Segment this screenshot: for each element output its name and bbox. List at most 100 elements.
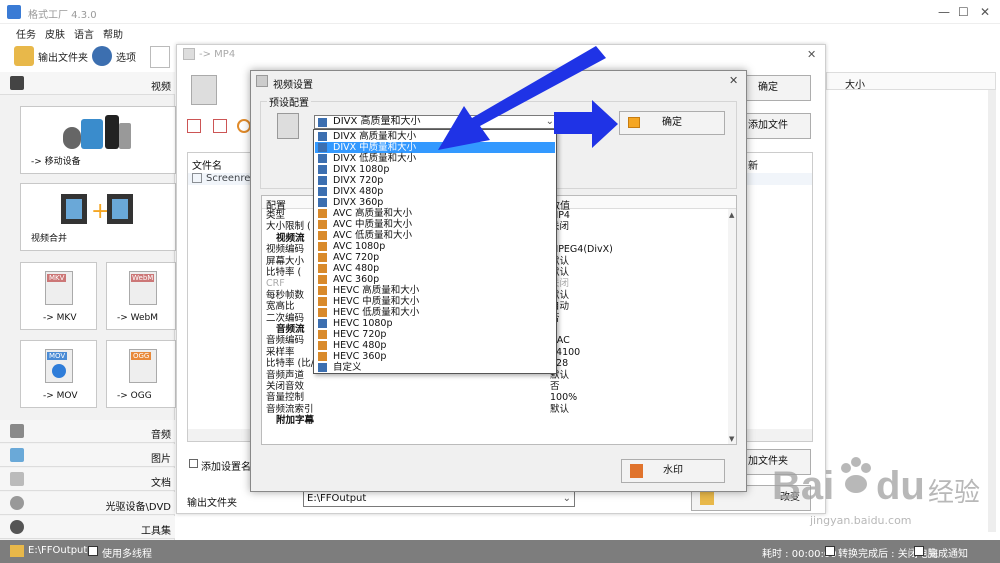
preset-dropdown-list: DIVX 高质量和大小 DIVX 中质量和大小 DIVX 低质量和大小 DIVX 10… — [313, 129, 557, 374]
settings-value: 100% — [550, 392, 578, 404]
preset-option[interactable]: AVC 高质量和大小 — [315, 208, 555, 219]
tile-mobile-device[interactable]: -> 移动设备 — [20, 106, 176, 174]
menu-task[interactable]: 任务 — [16, 26, 36, 41]
webm-file-icon: WebM — [129, 271, 157, 305]
settings-key: 比特率 ( — [266, 267, 302, 278]
preset-option[interactable]: AVC 中质量和大小 — [315, 219, 555, 230]
preset-option[interactable]: HEVC 360p — [315, 351, 555, 362]
ogg-file-icon: OGG — [129, 349, 157, 383]
settings-row[interactable]: 音量控制 100% — [262, 392, 728, 403]
preset-option[interactable]: AVC 1080p — [315, 241, 555, 252]
settings-key: 采样率 — [266, 346, 295, 358]
status-path: E:\FFOutput — [28, 545, 88, 556]
settings-scrollbar[interactable]: ▲ ▼ — [728, 209, 736, 444]
preset-option[interactable]: AVC 480p — [315, 263, 555, 274]
tile-mov[interactable]: MOV -> MOV — [20, 340, 97, 408]
category-dvd[interactable]: 光驱设备\DVD — [0, 492, 175, 515]
menu-help[interactable]: 帮助 — [103, 26, 123, 41]
mkv-file-icon: MKV — [45, 271, 73, 305]
preset-option[interactable]: HEVC 低质量和大小 — [315, 307, 555, 318]
preset-option-label: AVC 360p — [333, 274, 380, 285]
category-audio[interactable]: 音频 — [0, 420, 175, 443]
watermark-brand-suffix: du — [876, 464, 925, 508]
tile-mobile-device-label: -> 移动设备 — [31, 157, 81, 167]
scroll-down-icon[interactable]: ▼ — [729, 435, 734, 443]
preset-option-icon — [318, 308, 327, 317]
preset-option-icon — [318, 165, 327, 174]
panel-close-icon[interactable]: ✕ — [807, 48, 816, 61]
output-folder-combo[interactable]: E:\FFOutput ⌄ — [303, 491, 575, 507]
maximize-icon[interactable]: ☐ — [958, 5, 969, 19]
document-stack-icon — [10, 472, 24, 486]
preset-option[interactable]: HEVC 中质量和大小 — [315, 296, 555, 307]
options-button[interactable]: 选项 — [92, 46, 136, 66]
category-tools[interactable]: 工具集 — [0, 516, 175, 539]
preset-option[interactable]: HEVC 1080p — [315, 318, 555, 329]
category-image[interactable]: 图片 — [0, 444, 175, 467]
tile-webm[interactable]: WebM -> WebM — [106, 262, 176, 330]
settings-row[interactable]: 关闭音效 否 — [262, 381, 728, 392]
preset-option[interactable]: AVC 360p — [315, 274, 555, 285]
after-done-checkbox[interactable] — [825, 546, 835, 556]
category-document[interactable]: 文档 — [0, 468, 175, 491]
tile-video-merge[interactable]: + 视频合并 — [20, 183, 176, 251]
watermark-button[interactable]: 水印 — [621, 459, 725, 483]
tile-mov-label: -> MOV — [43, 391, 78, 401]
preset-option[interactable]: HEVC 480p — [315, 340, 555, 351]
tile-ogg[interactable]: OGG -> OGG — [106, 340, 176, 408]
column-filename: 文件名 — [192, 161, 222, 172]
document-icon — [150, 46, 170, 68]
notify-checkbox[interactable] — [914, 546, 924, 556]
play-icon[interactable] — [237, 119, 251, 133]
settings-row[interactable]: 附加字幕 — [262, 415, 728, 426]
clear-icon[interactable] — [213, 119, 227, 133]
dialog-close-icon[interactable]: ✕ — [729, 74, 738, 87]
category-video[interactable]: 视频 — [0, 72, 175, 95]
preset-option-label: DIVX 低质量和大小 — [333, 153, 417, 164]
tile-video-merge-label: 视频合并 — [31, 234, 68, 244]
settings-row[interactable]: 音频流索引 默认 — [262, 404, 728, 415]
menu-language[interactable]: 语言 — [74, 26, 94, 41]
preset-option[interactable]: AVC 720p — [315, 252, 555, 263]
multithread-checkbox[interactable] — [88, 546, 98, 556]
preset-option-label: DIVX 中质量和大小 — [333, 142, 417, 153]
gear-icon — [92, 46, 112, 66]
preset-option-icon — [318, 132, 327, 141]
mp4-file-icon — [191, 75, 217, 105]
panel-app-icon — [183, 48, 195, 60]
category-dvd-label: 光驱设备\DVD — [105, 502, 171, 513]
preset-option[interactable]: HEVC 720p — [315, 329, 555, 340]
preset-option[interactable]: HEVC 高质量和大小 — [315, 285, 555, 296]
menu-skin[interactable]: 皮肤 — [45, 26, 65, 41]
preset-option[interactable]: DIVX 1080p — [315, 164, 555, 175]
preset-option-icon — [318, 176, 327, 185]
preset-option-label: HEVC 高质量和大小 — [333, 285, 420, 296]
preset-option-label: DIVX 720p — [333, 175, 384, 186]
chevron-down-icon: ⌄ — [562, 493, 571, 504]
preset-option[interactable]: DIVX 360p — [315, 197, 555, 208]
settings-key: 视频编码 — [266, 244, 305, 256]
preset-select-icon — [318, 118, 327, 127]
preset-option[interactable]: DIVX 720p — [315, 175, 555, 186]
settings-key: 宽高比 — [266, 301, 295, 313]
preset-option-icon — [318, 209, 327, 218]
add-setting-name-checkbox[interactable] — [189, 459, 198, 468]
preset-option[interactable]: AVC 低质量和大小 — [315, 230, 555, 241]
output-folder-label: 输出文件夹 — [38, 52, 88, 64]
mobile-device-icon — [63, 115, 131, 149]
settings-key: 类型 — [266, 210, 286, 221]
preset-option[interactable]: DIVX 480p — [315, 186, 555, 197]
settings-key: 音频编码 — [266, 335, 305, 347]
scroll-up-icon[interactable]: ▲ — [729, 211, 734, 219]
tile-mkv[interactable]: MKV -> MKV — [20, 262, 97, 330]
close-icon[interactable]: ✕ — [980, 5, 990, 19]
delete-icon[interactable] — [187, 119, 201, 133]
preset-option[interactable]: DIVX 低质量和大小 — [315, 153, 555, 164]
settings-key: 音量控制 — [266, 392, 305, 404]
preset-option-icon — [318, 154, 327, 163]
preset-option-label: HEVC 1080p — [333, 318, 393, 329]
minimize-icon[interactable]: — — [938, 5, 950, 19]
output-folder-button[interactable]: 输出文件夹 — [14, 46, 88, 66]
category-audio-label: 音频 — [151, 430, 171, 441]
preset-option[interactable]: 自定义 — [315, 362, 555, 373]
